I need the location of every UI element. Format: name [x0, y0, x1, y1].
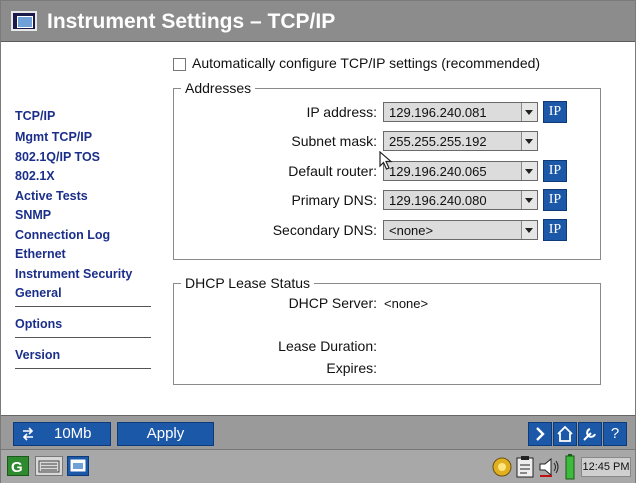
chevron-down-icon[interactable] [521, 221, 537, 239]
window-icon[interactable] [11, 11, 37, 31]
sidebar-item-general[interactable]: General [15, 286, 62, 300]
subnet-mask-label: Subnet mask: [291, 133, 377, 149]
home-icon [557, 425, 573, 442]
sidebar-item-connection-log[interactable]: Connection Log [15, 228, 110, 242]
mouse-cursor-icon [379, 151, 393, 170]
default-router-ip-button[interactable]: IP [543, 160, 567, 182]
window-app-glyph [70, 459, 86, 472]
tools-button[interactable] [578, 422, 602, 446]
dhcp-lease-legend: DHCP Lease Status [181, 275, 315, 291]
ip-address-value: 129.196.240.081 [389, 105, 487, 120]
speaker-icon[interactable] [538, 456, 562, 478]
primary-dns-ip-button[interactable]: IP [543, 189, 567, 211]
chevron-down-icon[interactable] [521, 132, 537, 150]
ip-address-ip-button[interactable]: IP [543, 101, 567, 123]
back-button[interactable] [528, 422, 552, 446]
addresses-legend: Addresses [181, 80, 256, 96]
clipboard-icon[interactable] [515, 455, 535, 479]
chevron-down-icon[interactable] [521, 191, 537, 209]
subnet-mask-combo[interactable]: 255.255.255.192 [383, 131, 538, 151]
default-router-label: Default router: [288, 163, 377, 179]
default-router-combo[interactable]: 129.196.240.065 [383, 161, 538, 181]
sidebar-item-options[interactable]: Options [15, 317, 62, 331]
battery-icon [565, 454, 575, 480]
ip-address-combo[interactable]: 129.196.240.081 [383, 102, 538, 122]
link-speed-button[interactable]: 10Mb [13, 422, 111, 446]
clock: 12:45 PM [581, 457, 631, 477]
primary-dns-combo[interactable]: 129.196.240.080 [383, 190, 538, 210]
network-status-icon[interactable] [491, 456, 513, 478]
auto-config-checkbox[interactable] [173, 58, 186, 71]
window-app-icon[interactable] [67, 456, 89, 476]
window-frame: Instrument Settings – TCP/IP TCP/IP Mgmt… [0, 0, 636, 483]
auto-config-label[interactable]: Automatically configure TCP/IP settings … [192, 55, 540, 71]
sidebar-item-mgmt-tcpip[interactable]: Mgmt TCP/IP [15, 130, 92, 144]
button-bar: 10Mb Apply ? [1, 415, 635, 450]
dhcp-server-value: <none> [384, 296, 429, 311]
sidebar-divider [15, 337, 151, 338]
chevron-down-icon[interactable] [521, 162, 537, 180]
primary-dns-value: 129.196.240.080 [389, 193, 487, 208]
chevron-down-icon[interactable] [521, 103, 537, 121]
sidebar-item-instrument-security[interactable]: Instrument Security [15, 267, 132, 281]
sidebar-item-8021q-ip-tos[interactable]: 802.1Q/IP TOS [15, 150, 100, 164]
start-menu-icon[interactable]: G [7, 456, 29, 476]
g-logo-icon: G [11, 459, 23, 476]
lease-duration-label: Lease Duration: [278, 338, 377, 354]
sidebar-item-version[interactable]: Version [15, 348, 60, 362]
default-router-value: 129.196.240.065 [389, 164, 487, 179]
sidebar-item-active-tests[interactable]: Active Tests [15, 189, 88, 203]
keyboard-icon[interactable] [35, 456, 63, 476]
home-button[interactable] [553, 422, 577, 446]
wrench-icon [583, 428, 596, 441]
taskbar: G 12:45 PM [1, 449, 635, 483]
link-speed-label: 10Mb [54, 425, 92, 442]
help-button[interactable]: ? [603, 422, 627, 446]
subnet-mask-value: 255.255.255.192 [389, 134, 487, 149]
primary-dns-label: Primary DNS: [291, 192, 377, 208]
secondary-dns-combo[interactable]: <none> [383, 220, 538, 240]
secondary-dns-ip-button[interactable]: IP [543, 219, 567, 241]
sidebar-item-8021x[interactable]: 802.1X [15, 169, 55, 183]
sidebar-item-ethernet[interactable]: Ethernet [15, 247, 66, 261]
back-arrow-icon [536, 427, 545, 441]
sidebar-divider [15, 368, 151, 369]
sidebar-item-tcpip[interactable]: TCP/IP [15, 109, 55, 123]
keyboard-keys-icon [38, 460, 60, 473]
expires-label: Expires: [326, 360, 377, 376]
transfer-arrows-icon [22, 427, 34, 441]
secondary-dns-value: <none> [389, 223, 434, 238]
svg-text:G: G [11, 459, 23, 475]
dhcp-server-label: DHCP Server: [288, 295, 377, 311]
window-title: Instrument Settings – TCP/IP [47, 10, 336, 33]
sidebar-divider [15, 306, 151, 307]
apply-button[interactable]: Apply [117, 422, 214, 446]
ip-address-label: IP address: [306, 104, 377, 120]
sidebar-item-snmp[interactable]: SNMP [15, 208, 51, 222]
secondary-dns-label: Secondary DNS: [272, 222, 377, 238]
title-bar: Instrument Settings – TCP/IP [1, 1, 635, 42]
